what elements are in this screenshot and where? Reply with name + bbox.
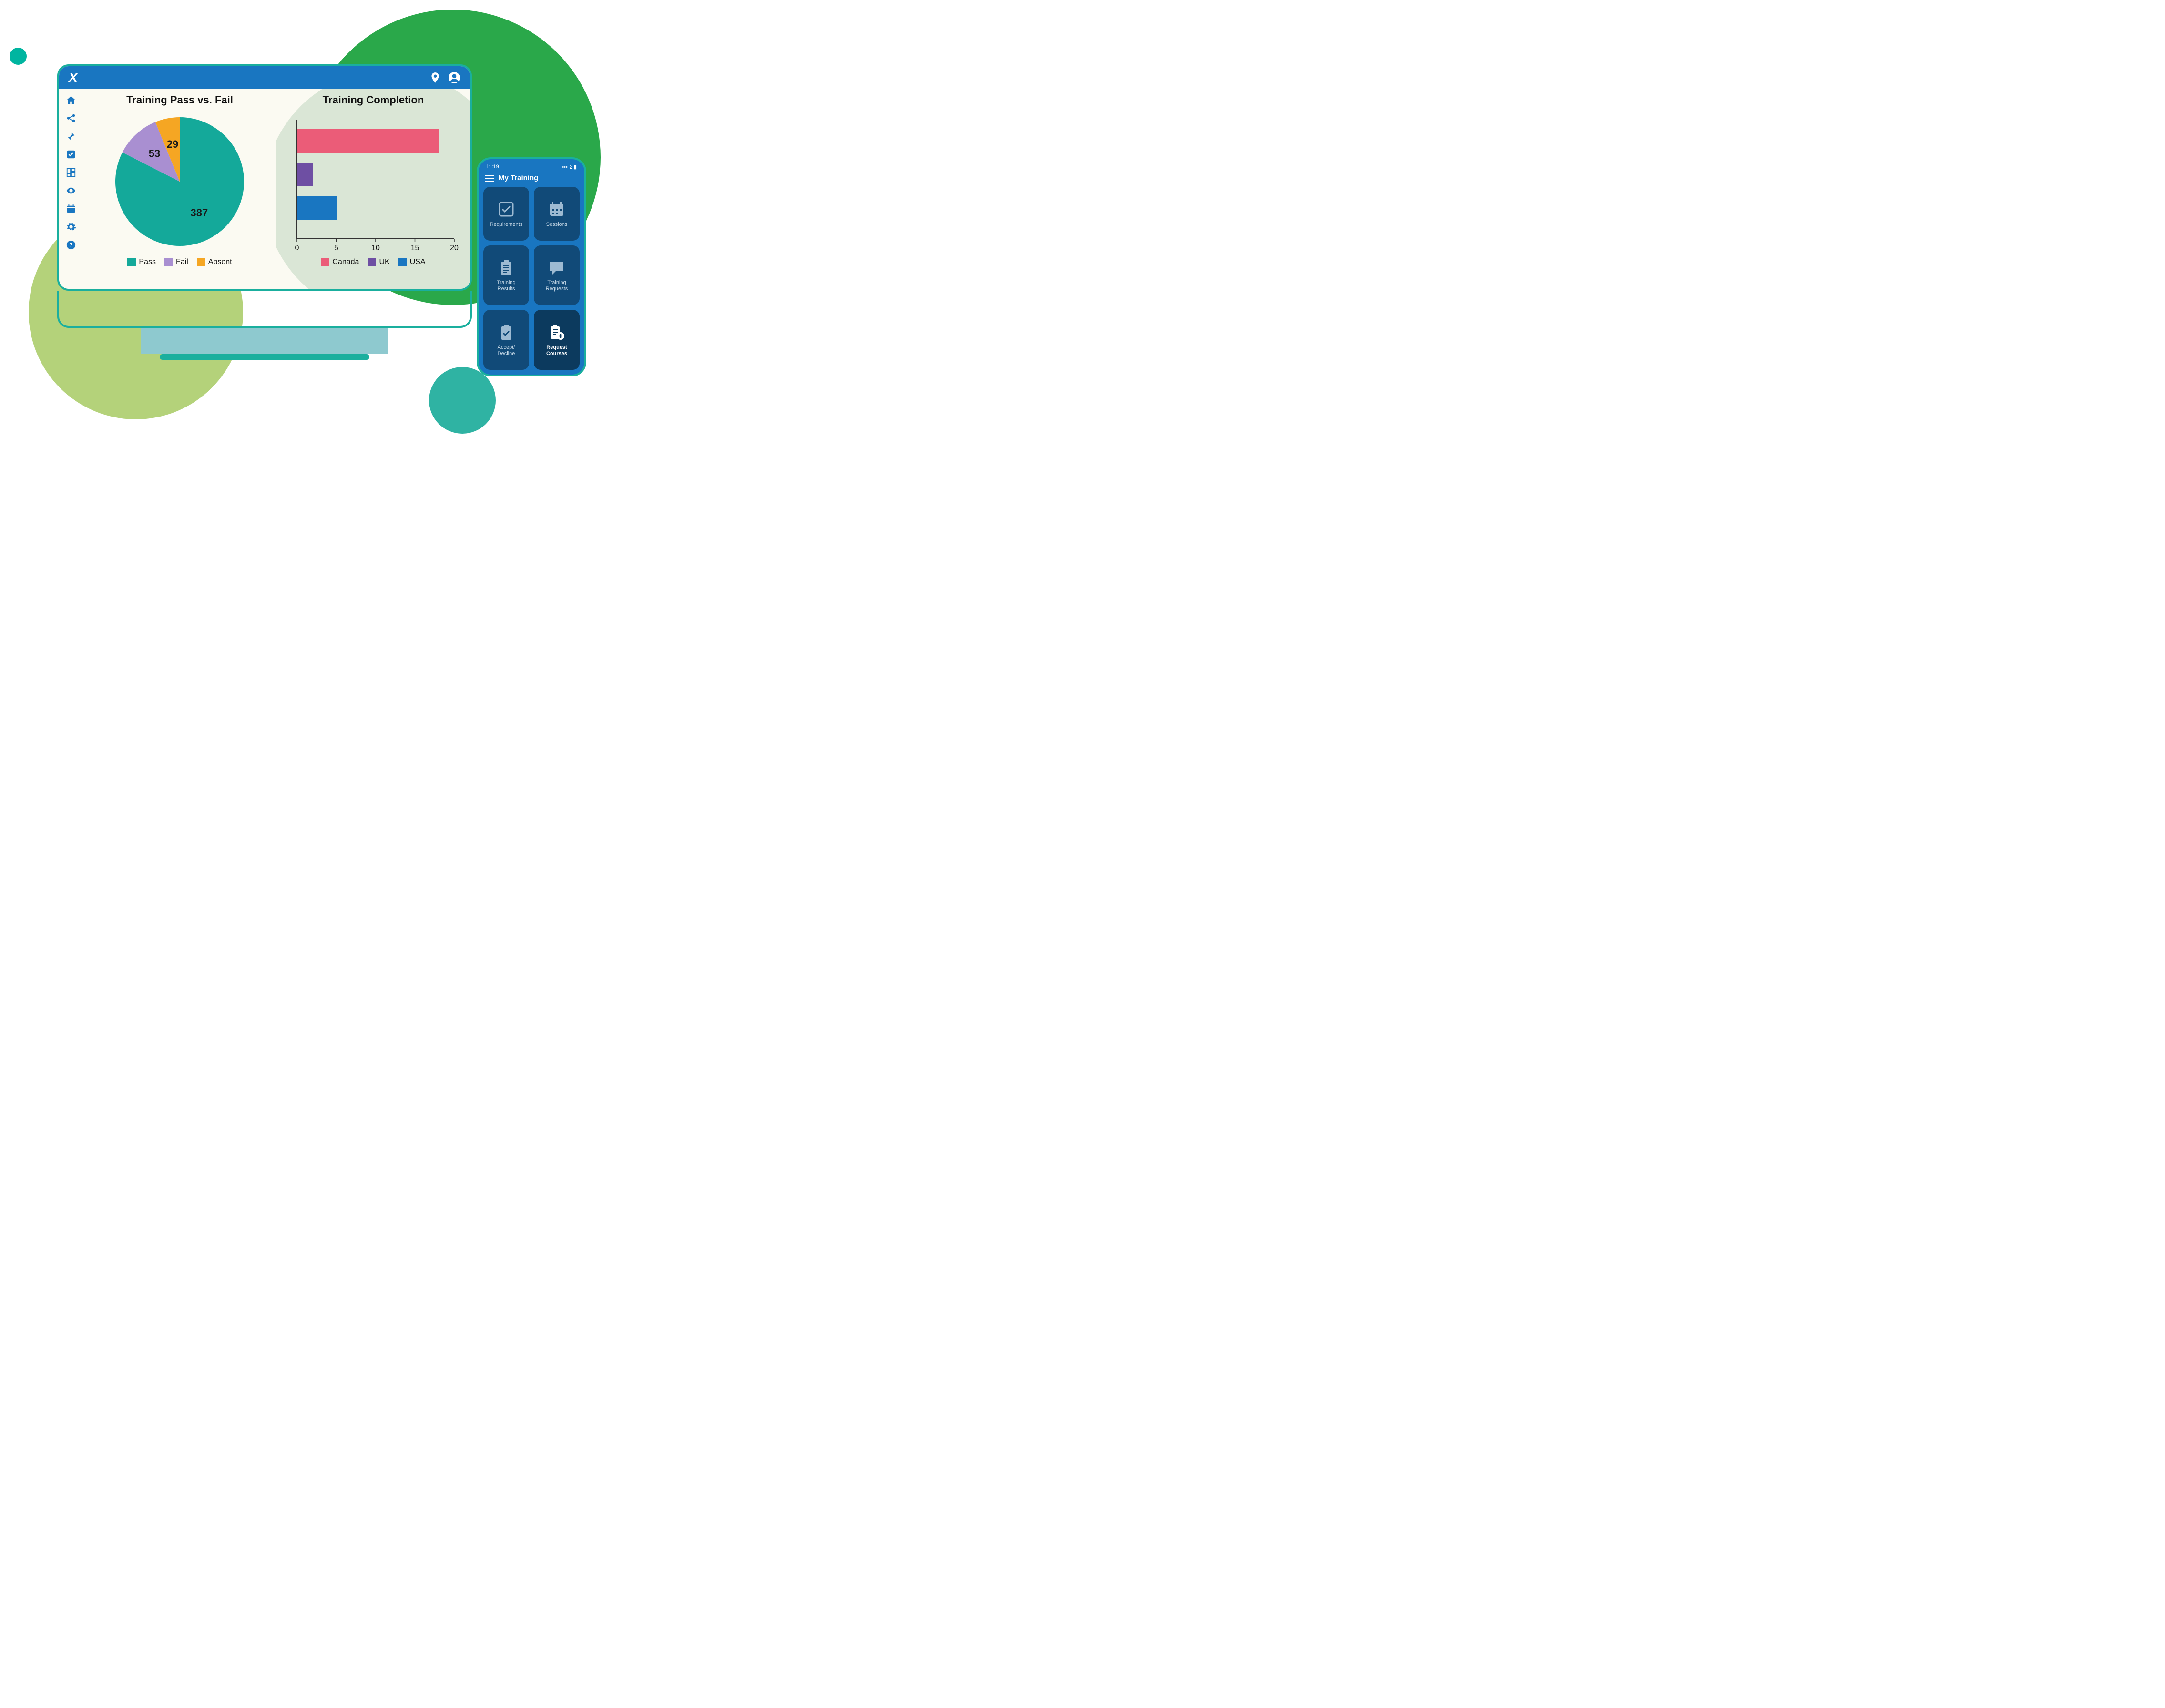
bar-uk xyxy=(297,163,313,186)
bg-circle-teal xyxy=(429,367,496,434)
pie-chart: 387 53 29 xyxy=(106,110,254,253)
legend-item-pass: Pass xyxy=(127,258,156,266)
bar-tick-20: 20 xyxy=(450,244,459,252)
check-icon[interactable] xyxy=(66,149,76,160)
bar-tick-0: 0 xyxy=(295,244,299,252)
tile-label: Sessions xyxy=(546,222,568,228)
pie-title: Training Pass vs. Fail xyxy=(88,94,272,106)
legend-item-absent: Absent xyxy=(197,258,232,266)
calendar-icon[interactable] xyxy=(66,203,76,214)
bar-canada xyxy=(297,129,439,153)
sidebar: ? xyxy=(59,89,83,289)
tile-label: TrainingResults xyxy=(497,280,515,292)
tile-requirements[interactable]: Requirements xyxy=(483,187,529,241)
clipboard-plus-icon xyxy=(547,323,566,342)
legend-label: Absent xyxy=(208,258,232,266)
tile-training-requests[interactable]: TrainingRequests xyxy=(534,245,580,305)
phone: 11:19 ••• ⵉ ▮ My Training Requirements Se… xyxy=(477,157,586,376)
hamburger-icon[interactable] xyxy=(485,175,494,182)
eye-icon[interactable] xyxy=(66,185,76,196)
bar-title: Training Completion xyxy=(281,94,465,106)
status-time: 11:19 xyxy=(486,164,499,170)
dashboard-panels: Training Pass vs. Fail 387 53 29 Pass Fail A… xyxy=(83,89,470,289)
tile-label: RequestCourses xyxy=(546,345,567,357)
pie-value-pass: 387 xyxy=(191,207,208,219)
pin-icon[interactable] xyxy=(66,131,76,142)
bar-panel: Training Completion 0 5 10 15 20 Canada UK USA xyxy=(276,89,470,289)
swatch xyxy=(398,258,407,266)
pie-panel: Training Pass vs. Fail 387 53 29 Pass Fail A… xyxy=(83,89,276,289)
dashboard-icon[interactable] xyxy=(66,167,76,178)
svg-text:?: ? xyxy=(69,242,73,249)
topbar: X xyxy=(59,66,470,89)
tile-request-courses[interactable]: RequestCourses xyxy=(534,310,580,370)
user-icon[interactable] xyxy=(448,71,460,84)
bar-tick-15: 15 xyxy=(411,244,419,252)
clipboard-check-icon xyxy=(497,323,516,342)
help-icon[interactable]: ? xyxy=(66,240,76,250)
app-logo: X xyxy=(69,70,77,85)
legend-label: Canada xyxy=(332,258,359,266)
legend-label: Pass xyxy=(139,258,156,266)
speech-icon xyxy=(547,258,566,277)
bar-legend: Canada UK USA xyxy=(281,258,465,266)
tile-sessions[interactable]: Sessions xyxy=(534,187,580,241)
bar-usa xyxy=(297,196,337,220)
tile-label: Requirements xyxy=(490,222,522,228)
bar-chart: 0 5 10 15 20 xyxy=(283,110,464,253)
monitor-chin xyxy=(57,291,472,328)
bar-tick-10: 10 xyxy=(371,244,380,252)
legend-item-usa: USA xyxy=(398,258,426,266)
pie-legend: Pass Fail Absent xyxy=(88,258,272,266)
monitor-neck xyxy=(141,328,388,354)
monitor-base xyxy=(160,354,369,360)
monitor: X ? Training Pa xyxy=(57,64,472,360)
tile-label: Accept/Decline xyxy=(498,345,515,357)
legend-label: USA xyxy=(410,258,426,266)
tile-training-results[interactable]: TrainingResults xyxy=(483,245,529,305)
pie-value-fail: 53 xyxy=(149,147,160,159)
swatch xyxy=(197,258,205,266)
location-icon[interactable] xyxy=(429,71,441,84)
tile-accept-decline[interactable]: Accept/Decline xyxy=(483,310,529,370)
home-icon[interactable] xyxy=(66,95,76,105)
clipboard-lines-icon xyxy=(497,258,516,277)
bar-tick-5: 5 xyxy=(334,244,338,252)
legend-item-fail: Fail xyxy=(164,258,188,266)
tile-label: TrainingRequests xyxy=(546,280,568,292)
legend-label: UK xyxy=(379,258,389,266)
phone-title: My Training xyxy=(499,174,538,182)
share-icon[interactable] xyxy=(66,113,76,123)
swatch xyxy=(368,258,376,266)
check-square-icon xyxy=(497,200,516,219)
swatch xyxy=(321,258,329,266)
legend-label: Fail xyxy=(176,258,188,266)
phone-titlebar: My Training xyxy=(483,171,580,187)
pie-value-absent: 29 xyxy=(167,138,178,150)
swatch xyxy=(127,258,136,266)
tile-grid: Requirements Sessions TrainingResults Train… xyxy=(483,187,580,370)
bg-dot-teal xyxy=(10,48,27,65)
status-indicators: ••• ⵉ ▮ xyxy=(562,164,577,170)
monitor-screen: X ? Training Pa xyxy=(57,64,472,291)
legend-item-canada: Canada xyxy=(321,258,359,266)
legend-item-uk: UK xyxy=(368,258,389,266)
gear-icon[interactable] xyxy=(66,222,76,232)
calendar-icon xyxy=(547,200,566,219)
phone-status-bar: 11:19 ••• ⵉ ▮ xyxy=(483,163,580,171)
swatch xyxy=(164,258,173,266)
